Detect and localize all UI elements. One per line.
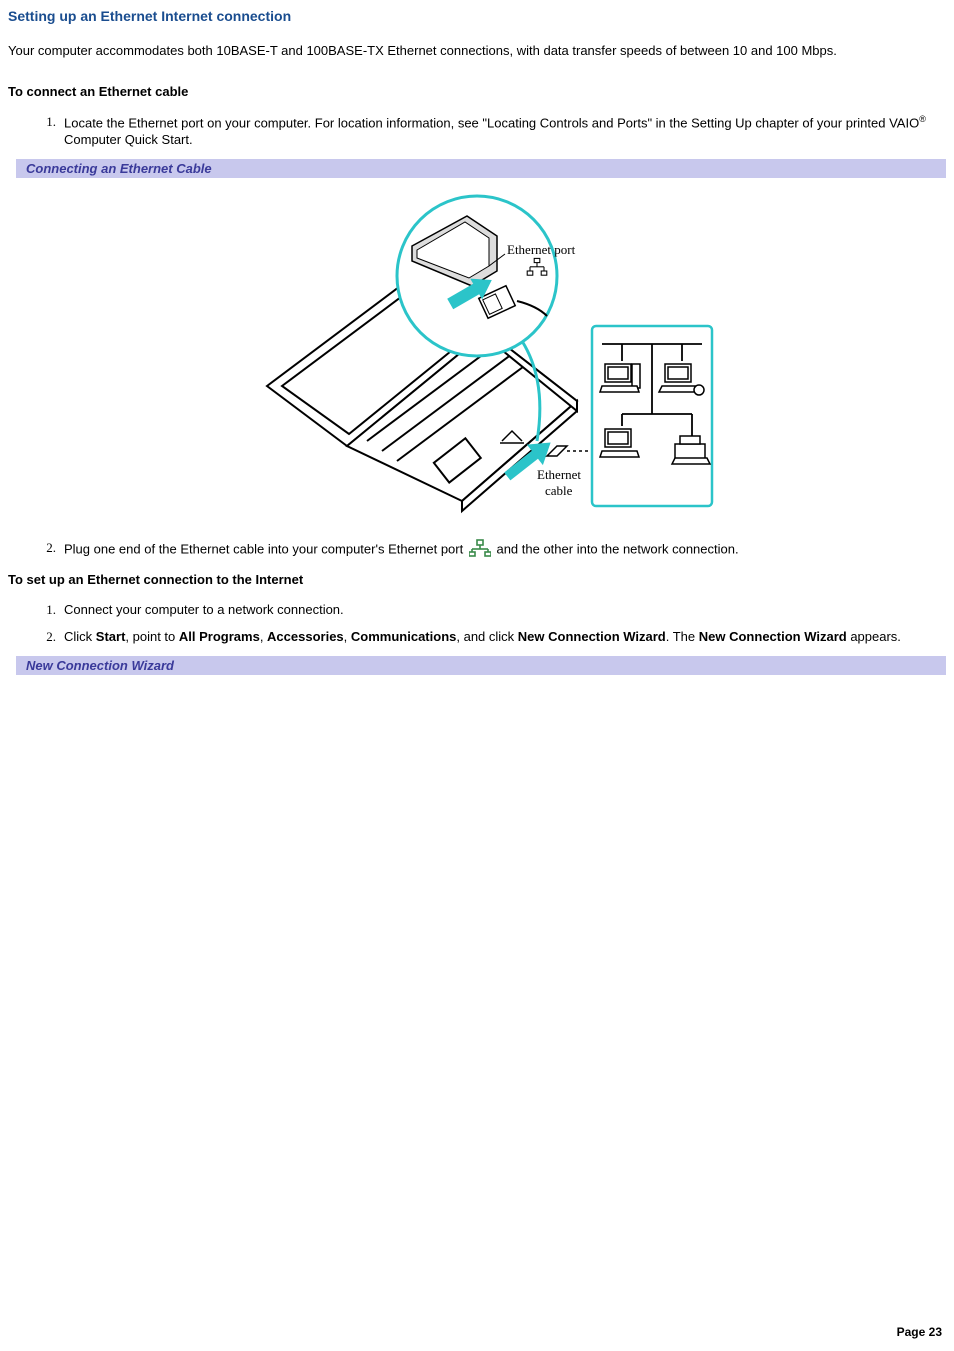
steps-connect-cable: 1. Locate the Ethernet port on your comp…: [8, 113, 946, 149]
step-text: Click Start, point to All Programs, Acce…: [64, 629, 901, 644]
section-heading-setup-internet: To set up an Ethernet connection to the …: [8, 572, 946, 587]
step-text: Locate the Ethernet port on your compute…: [64, 115, 919, 130]
label-ethernet-port: Ethernet port: [507, 242, 576, 257]
steps-setup-internet: 1. Connect your computer to a network co…: [8, 601, 946, 646]
list-number: 1.: [38, 113, 56, 131]
step-text-cont: and the other into the network connectio…: [496, 542, 738, 557]
list-number: 1.: [38, 601, 56, 619]
step-text: Connect your computer to a network conne…: [64, 602, 344, 617]
intro-paragraph: Your computer accommodates both 10BASE-T…: [8, 42, 946, 60]
step-1: 1. Locate the Ethernet port on your comp…: [38, 113, 946, 149]
step-text: Plug one end of the Ethernet cable into …: [64, 542, 467, 557]
network-icon: [469, 539, 491, 562]
figure-caption-wizard: New Connection Wizard: [8, 656, 946, 675]
steps-connect-cable-cont: 2. Plug one end of the Ethernet cable in…: [8, 539, 946, 562]
step-2: 2. Plug one end of the Ethernet cable in…: [38, 539, 946, 562]
page-number: Page 23: [897, 1325, 942, 1339]
diagram-ethernet: Ethernet port Ethernet cable: [237, 186, 717, 516]
trademark: ®: [919, 114, 926, 124]
figure-ethernet-cable: Ethernet port Ethernet cable: [8, 186, 946, 519]
label-ethernet-cable: Ethernet: [537, 467, 581, 482]
svg-text:cable: cable: [545, 483, 573, 498]
figure-caption-ethernet: Connecting an Ethernet Cable: [8, 159, 946, 178]
step-1: 1. Connect your computer to a network co…: [38, 601, 946, 619]
step-text-cont: Computer Quick Start.: [64, 132, 193, 147]
page-title: Setting up an Ethernet Internet connecti…: [8, 8, 946, 24]
list-number: 2.: [38, 539, 56, 557]
section-heading-connect-cable: To connect an Ethernet cable: [8, 84, 946, 99]
list-number: 2.: [38, 628, 56, 646]
step-2: 2. Click Start, point to All Programs, A…: [38, 628, 946, 646]
